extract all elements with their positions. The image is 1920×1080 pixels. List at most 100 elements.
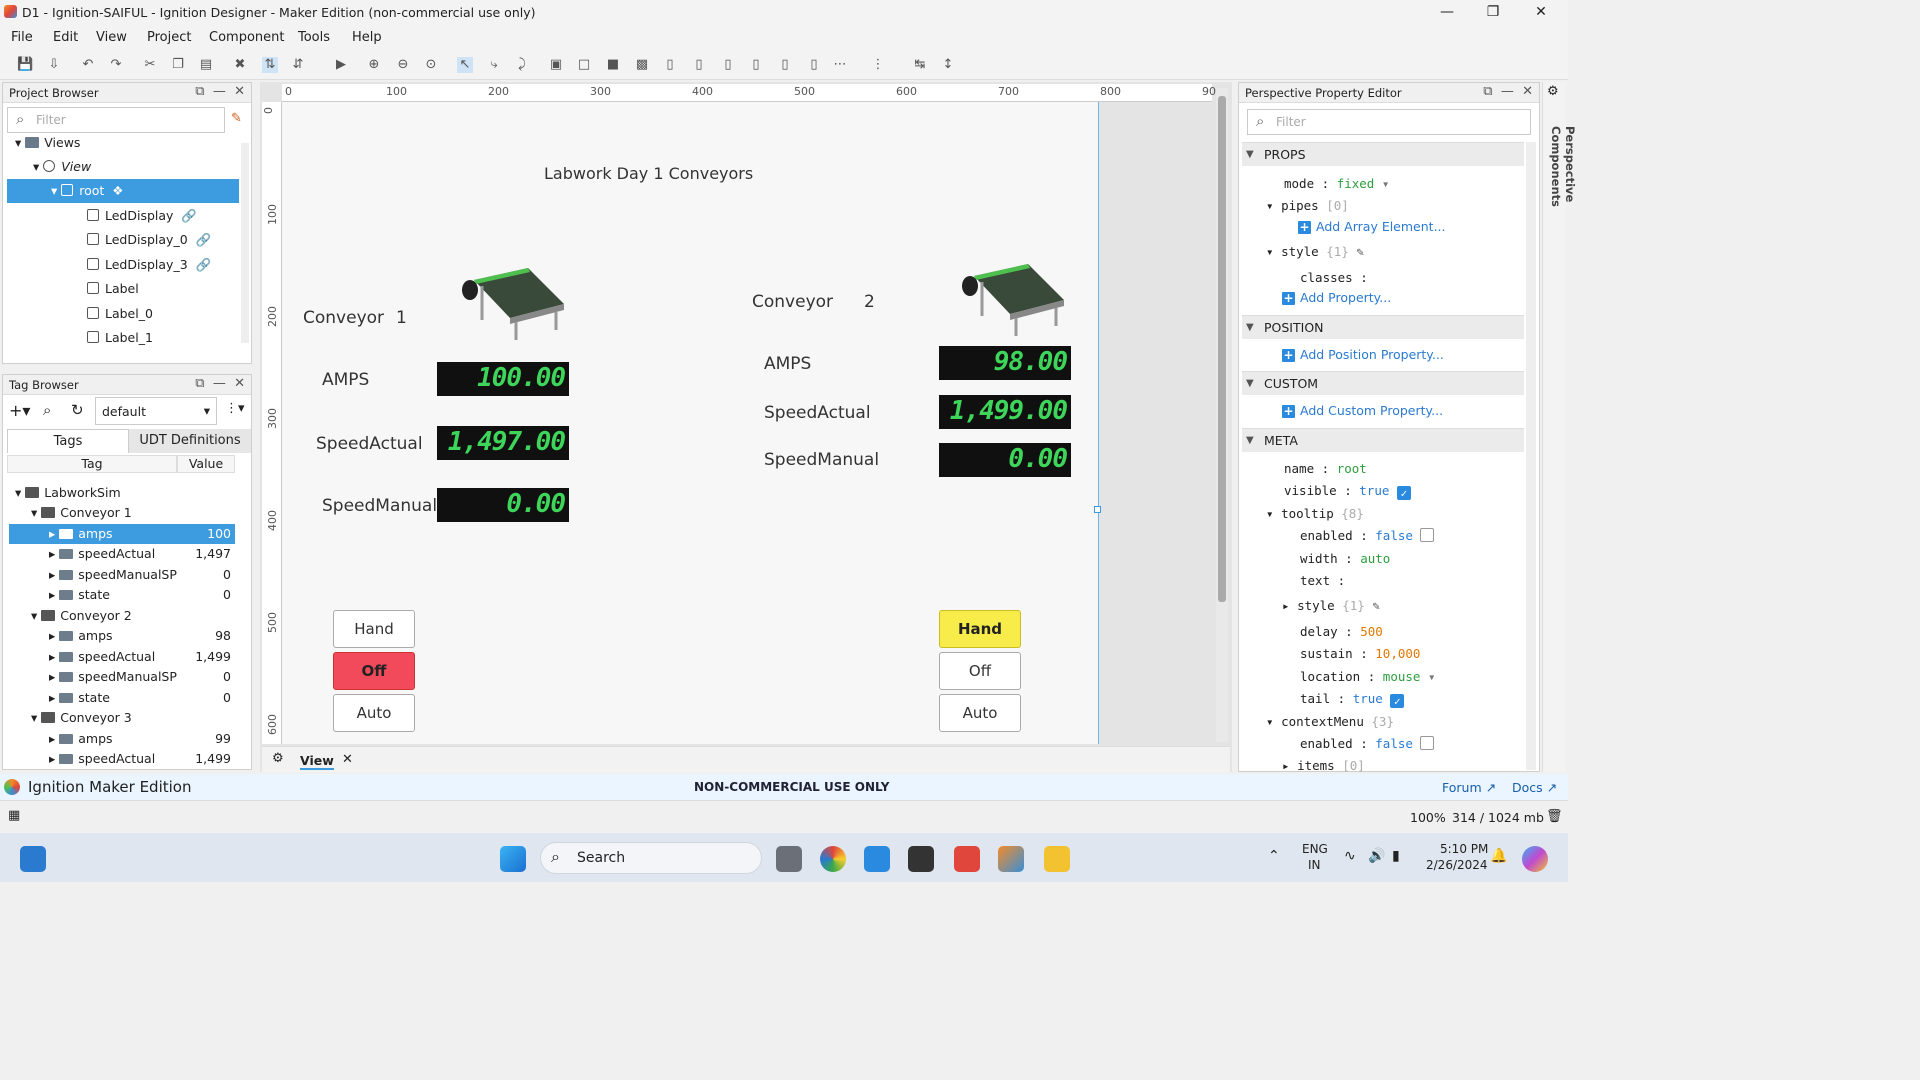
vscode-icon[interactable] [864, 846, 890, 872]
preview-toggle-icon[interactable]: ⇅ [262, 57, 278, 73]
meta-contextmenu[interactable]: ▾ contextMenu {3} [1266, 714, 1394, 729]
grid-icon[interactable]: ▦ [8, 808, 20, 823]
forum-link[interactable]: Forum ↗ [1442, 780, 1496, 795]
play-icon[interactable]: ▶ [333, 57, 349, 73]
widgets-icon[interactable] [20, 846, 46, 872]
wifi-icon[interactable]: ∿ [1344, 848, 1356, 864]
menu-view[interactable]: View [96, 30, 127, 45]
close-button[interactable]: ✕ [1518, 0, 1564, 24]
property-filter-input[interactable]: Filter [1247, 109, 1531, 135]
contextmenu-enabled-checkbox[interactable] [1420, 736, 1435, 750]
col-tag-header[interactable]: Tag [7, 455, 177, 473]
menu-edit[interactable]: Edit [53, 30, 78, 45]
canvas-scrollbar[interactable] [1216, 88, 1228, 742]
visible-checkbox[interactable]: ✓ [1396, 486, 1411, 500]
tree-root[interactable]: ▾ root ❖ [7, 179, 239, 203]
project-scrollbar[interactable] [241, 143, 249, 343]
menu-project[interactable]: Project [147, 30, 191, 45]
more-icon[interactable]: ⋮▾ [225, 401, 245, 416]
distribute-h-icon[interactable]: ⋯ [832, 57, 848, 73]
tag-row[interactable]: ▸ speedManualSP 0 [9, 565, 235, 585]
add-array-element-link[interactable]: + Add Array Element... [1298, 219, 1446, 234]
terminal-icon[interactable] [908, 846, 934, 872]
view-canvas[interactable]: Labwork Day 1 Conveyors Conveyor 1 AMPS … [282, 102, 1101, 744]
perspective-components-tab[interactable]: Perspective Components [1549, 126, 1577, 286]
meta-tooltip[interactable]: ▾ tooltip {8} [1266, 506, 1364, 521]
section-props[interactable]: PROPS [1242, 142, 1524, 167]
maximize-button[interactable]: ❐ [1470, 0, 1516, 24]
conveyor2-hand-button[interactable]: Hand [939, 610, 1021, 648]
tag-row[interactable]: ▸ speedActual 1,499 [9, 749, 235, 769]
close-tab-icon[interactable]: ✕ [342, 752, 353, 767]
prop-scrollbar[interactable] [1526, 142, 1536, 770]
tree-leddisplay[interactable]: LedDisplay 🔗 [87, 204, 197, 228]
ignition-taskbar-icon[interactable] [998, 846, 1024, 872]
add-property-link[interactable]: + Add Property... [1282, 290, 1391, 305]
start-icon[interactable] [500, 846, 526, 872]
conveyor1-off-button[interactable]: Off [333, 652, 415, 690]
redo-icon[interactable]: ↷ [108, 57, 124, 73]
tag-row[interactable]: ▾ Conveyor 3 [9, 708, 235, 728]
tag-row[interactable]: ▾ LabworkSim [9, 483, 235, 503]
select-tool-icon[interactable]: ↖ [457, 57, 473, 73]
ungroup-icon[interactable]: □ [576, 57, 592, 73]
tooltip-enabled-checkbox[interactable] [1420, 528, 1435, 542]
tab-tags[interactable]: Tags [7, 429, 129, 453]
provider-select[interactable]: default ▾ [95, 397, 217, 425]
add-custom-property-link[interactable]: + Add Custom Property... [1282, 403, 1443, 418]
clock-date[interactable]: 2/26/2024 [1426, 858, 1488, 872]
lang-in[interactable]: IN [1308, 858, 1321, 872]
file-explorer-icon[interactable] [1044, 846, 1070, 872]
prop-mode[interactable]: mode : fixed ▾ [1284, 176, 1389, 191]
tag-row[interactable]: ▸ amps 99 [9, 729, 235, 749]
prop-style[interactable]: ▾ style {1} ✎ [1266, 244, 1364, 259]
tray-chevron-icon[interactable]: ⌃ [1268, 848, 1280, 864]
brave-icon[interactable] [954, 846, 980, 872]
prop-classes[interactable]: classes : [1300, 270, 1368, 285]
align-right-icon[interactable]: ▯ [720, 57, 736, 73]
align-top-icon[interactable]: ▯ [748, 57, 764, 73]
tag-panel-controls-icon[interactable]: ⧉ — ✕ [195, 376, 245, 391]
prop-pipes[interactable]: ▾ pipes [0] [1266, 198, 1349, 213]
tooltip-location[interactable]: location : mouse ▾ [1300, 669, 1436, 684]
undo-icon[interactable]: ↶ [80, 57, 96, 73]
panel-controls-icon[interactable]: ⧉ — ✕ [195, 84, 245, 99]
docs-link[interactable]: Docs ↗ [1512, 780, 1557, 795]
resize-handle[interactable] [1094, 506, 1101, 513]
space-v-icon[interactable]: ↕ [940, 57, 956, 73]
menu-component[interactable]: Component [209, 30, 284, 45]
send-back-icon[interactable]: ▩ [634, 57, 650, 73]
tooltip-style[interactable]: ▸ style {1} ✎ [1282, 598, 1380, 613]
meta-name[interactable]: name : root [1284, 461, 1367, 476]
tag-row[interactable]: ▸ speedActual 1,497 [9, 544, 235, 564]
battery-icon[interactable]: ▮ [1392, 848, 1400, 864]
tooltip-sustain[interactable]: sustain : 10,000 [1300, 646, 1420, 661]
section-custom[interactable]: CUSTOM [1242, 371, 1524, 396]
tree-view[interactable]: ▾ View [33, 155, 91, 179]
col-value-header[interactable]: Value [177, 455, 235, 473]
tag-row[interactable]: ▸ amps 100 [9, 524, 235, 544]
tag-row[interactable]: ▾ Conveyor 2 [9, 606, 235, 626]
tab-udt-definitions[interactable]: UDT Definitions [129, 429, 251, 453]
tree-leddisplay-0[interactable]: LedDisplay_0 🔗 [87, 228, 211, 252]
contextmenu-enabled[interactable]: enabled : false [1300, 736, 1435, 751]
lang-eng[interactable]: ENG [1302, 842, 1328, 856]
tree-label[interactable]: Label [87, 277, 139, 301]
bring-front-icon[interactable]: ■ [605, 57, 621, 73]
tooltip-text[interactable]: text : [1300, 573, 1345, 588]
tooltip-width[interactable]: width : auto [1300, 551, 1390, 566]
tag-row[interactable]: ▸ amps 98 [9, 626, 235, 646]
tree-leddisplay-3[interactable]: LedDisplay_3 🔗 [87, 253, 211, 277]
group-icon[interactable]: ▣ [548, 57, 564, 73]
tag-row[interactable]: ▸ speedActual 1,499 [9, 647, 235, 667]
tag-row[interactable]: ▸ speedManualSP 0 [9, 667, 235, 687]
tree-label-1[interactable]: Label_1 [87, 326, 153, 350]
tooltip-delay[interactable]: delay : 500 [1300, 624, 1383, 639]
notification-icon[interactable]: 🔔 [1490, 848, 1507, 864]
conveyor1-hand-button[interactable]: Hand [333, 610, 415, 648]
tooltip-enabled[interactable]: enabled : false [1300, 528, 1435, 543]
align-left-icon[interactable]: ▯ [662, 57, 678, 73]
minimize-button[interactable]: — [1424, 0, 1470, 24]
save-all-icon[interactable]: ⇩ [46, 57, 62, 73]
view-tab[interactable]: View [300, 753, 334, 770]
